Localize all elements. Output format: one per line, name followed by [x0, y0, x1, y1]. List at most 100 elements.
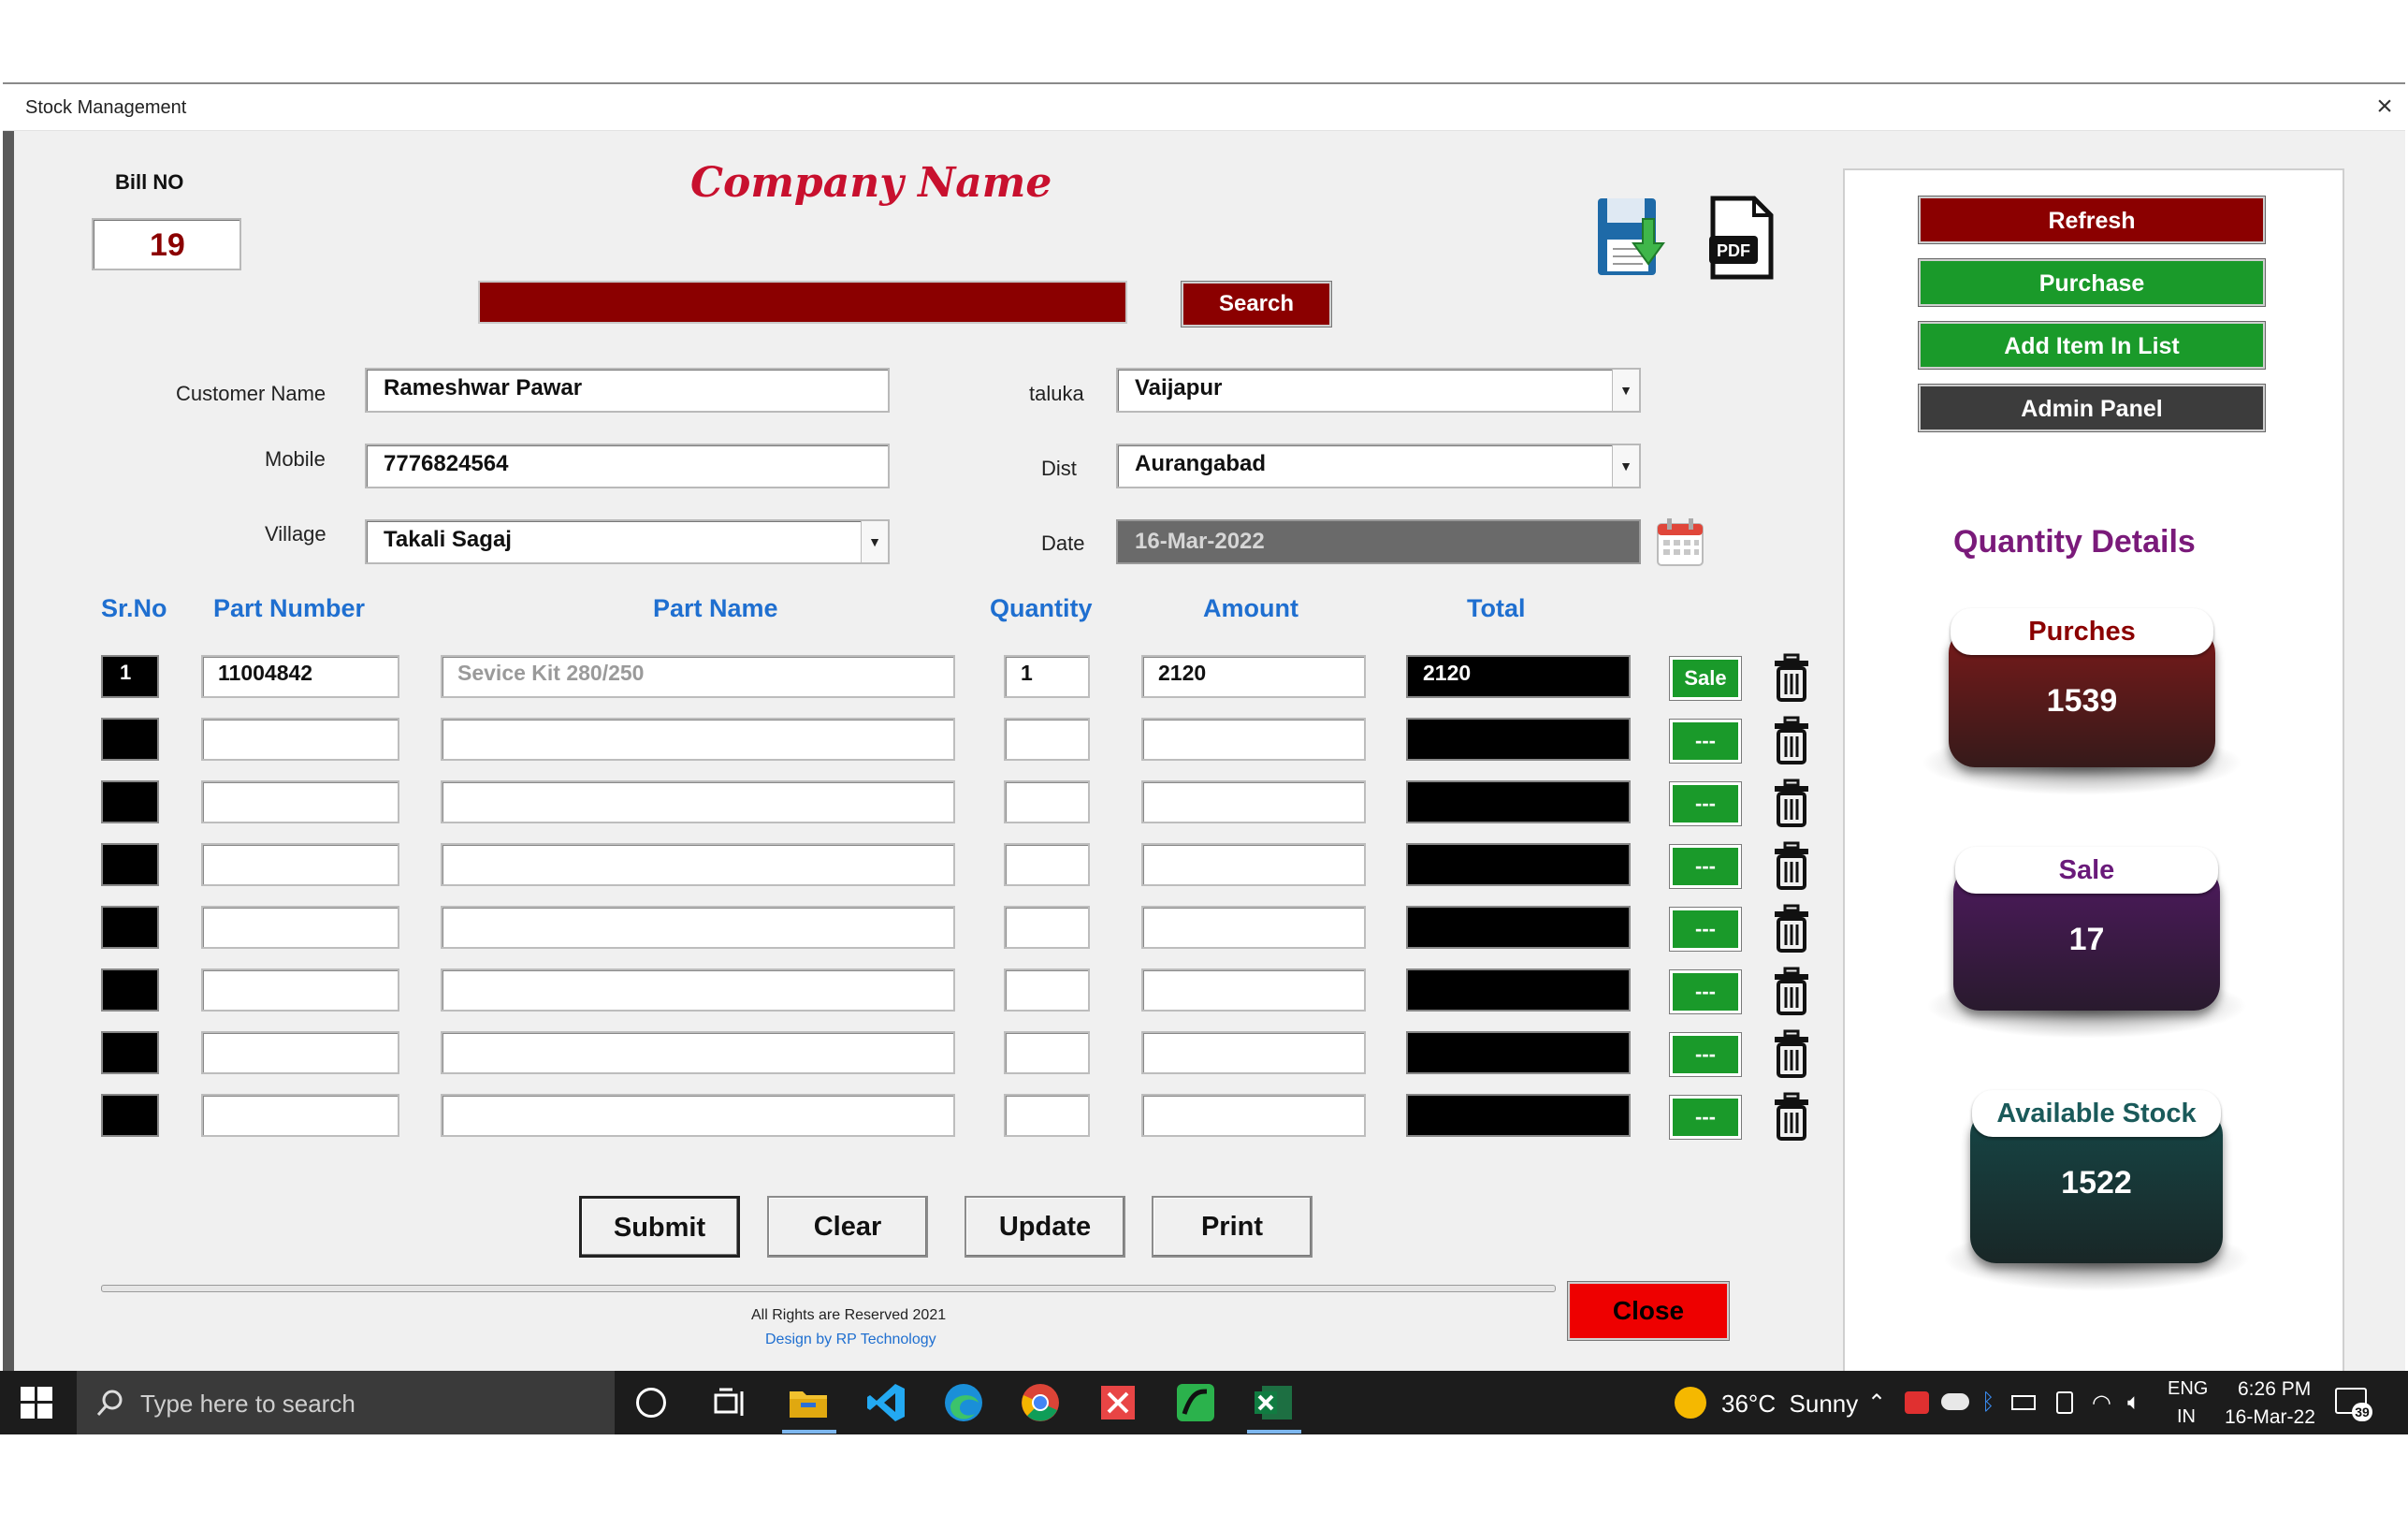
- date-field[interactable]: 16-Mar-2022: [1116, 519, 1641, 564]
- device-icon[interactable]: [2056, 1391, 2073, 1414]
- part-name-field[interactable]: [441, 780, 955, 823]
- vscode-icon[interactable]: [865, 1382, 907, 1423]
- save-download-icon[interactable]: [1596, 195, 1667, 281]
- design-credit-link[interactable]: Design by RP Technology: [765, 1332, 936, 1348]
- print-button[interactable]: Print: [1152, 1196, 1313, 1258]
- cortana-icon[interactable]: [636, 1388, 666, 1418]
- onedrive-icon[interactable]: [1941, 1393, 1969, 1410]
- add-item-button[interactable]: Add Item In List: [1919, 322, 2265, 369]
- search-input[interactable]: [478, 281, 1127, 324]
- file-explorer-icon[interactable]: [788, 1382, 829, 1423]
- dist-combo[interactable]: Aurangabad ▼: [1116, 444, 1641, 488]
- amount-field[interactable]: [1141, 843, 1366, 886]
- amount-field[interactable]: [1141, 1094, 1366, 1137]
- purchase-button[interactable]: Purchase: [1919, 259, 2265, 306]
- quantity-field[interactable]: [1004, 780, 1090, 823]
- sale-button[interactable]: ---: [1669, 719, 1742, 764]
- volume-icon[interactable]: 🔈︎: [2127, 1390, 2140, 1416]
- chrome-icon[interactable]: [1020, 1382, 1061, 1423]
- weather-sun-icon[interactable]: [1675, 1387, 1706, 1419]
- clock-date[interactable]: 16-Mar-22: [2225, 1406, 2315, 1429]
- trash-icon[interactable]: [1773, 967, 1810, 1015]
- battery-icon[interactable]: [2011, 1395, 2036, 1410]
- chevron-down-icon[interactable]: ▼: [861, 521, 888, 562]
- village-combo[interactable]: Takali Sagaj ▼: [365, 519, 890, 564]
- admin-panel-button[interactable]: Admin Panel: [1919, 385, 2265, 431]
- quantity-field[interactable]: [1004, 1094, 1090, 1137]
- excel-icon[interactable]: [1253, 1382, 1294, 1423]
- part-name-field[interactable]: [441, 1031, 955, 1074]
- taskbar-search-box[interactable]: Type here to search: [77, 1371, 615, 1434]
- trash-icon[interactable]: [1773, 716, 1810, 764]
- quantity-field[interactable]: 1: [1004, 655, 1090, 698]
- part-number-field[interactable]: [201, 906, 399, 949]
- part-number-field[interactable]: [201, 968, 399, 1012]
- bluetooth-icon[interactable]: ᛒ: [1981, 1390, 1995, 1416]
- amount-field[interactable]: [1141, 906, 1366, 949]
- part-number-field[interactable]: [201, 718, 399, 761]
- sale-button[interactable]: ---: [1669, 1032, 1742, 1077]
- amount-field[interactable]: [1141, 968, 1366, 1012]
- snipping-tool-icon[interactable]: [1097, 1382, 1139, 1423]
- part-name-field[interactable]: Sevice Kit 280/250: [441, 655, 955, 698]
- submit-button[interactable]: Submit: [579, 1196, 740, 1258]
- quantity-field[interactable]: [1004, 843, 1090, 886]
- close-button[interactable]: Close: [1568, 1282, 1729, 1340]
- part-name-field[interactable]: [441, 906, 955, 949]
- sale-button[interactable]: ---: [1669, 969, 1742, 1014]
- sale-button[interactable]: Sale: [1669, 656, 1742, 701]
- update-button[interactable]: Update: [965, 1196, 1125, 1258]
- edge-icon[interactable]: [943, 1382, 984, 1423]
- amount-field[interactable]: [1141, 718, 1366, 761]
- part-number-field[interactable]: [201, 1031, 399, 1074]
- task-view-icon[interactable]: [714, 1388, 747, 1419]
- taluka-combo[interactable]: Vaijapur ▼: [1116, 368, 1641, 413]
- trash-icon[interactable]: [1773, 904, 1810, 953]
- sale-button[interactable]: ---: [1669, 1095, 1742, 1140]
- chevron-up-icon[interactable]: ⌃: [1867, 1390, 1886, 1417]
- trash-icon[interactable]: [1773, 841, 1810, 890]
- trash-icon[interactable]: [1773, 1092, 1810, 1141]
- trash-icon[interactable]: [1773, 653, 1810, 702]
- bill-no-field[interactable]: 19: [92, 218, 241, 270]
- sale-button[interactable]: ---: [1669, 907, 1742, 952]
- part-name-field[interactable]: [441, 1094, 955, 1137]
- window-close-icon[interactable]: ×: [2368, 90, 2401, 124]
- part-number-field[interactable]: 11004842: [201, 655, 399, 698]
- wifi-icon[interactable]: ◠: [2092, 1390, 2111, 1417]
- language-text[interactable]: ENG: [2168, 1378, 2208, 1400]
- customer-name-field[interactable]: Rameshwar Pawar: [365, 368, 890, 413]
- sale-button[interactable]: ---: [1669, 844, 1742, 889]
- app-green-icon[interactable]: [1175, 1382, 1216, 1423]
- quantity-field[interactable]: [1004, 968, 1090, 1012]
- chevron-down-icon[interactable]: ▼: [1612, 370, 1639, 411]
- sale-button[interactable]: ---: [1669, 781, 1742, 826]
- clock-time[interactable]: 6:26 PM: [2238, 1378, 2311, 1401]
- part-number-field[interactable]: [201, 780, 399, 823]
- search-button[interactable]: Search: [1182, 282, 1331, 327]
- weather-text[interactable]: 36°C Sunny: [1721, 1390, 1858, 1419]
- pdf-icon[interactable]: PDF: [1705, 195, 1777, 281]
- chevron-down-icon[interactable]: ▼: [1612, 445, 1639, 487]
- part-name-field[interactable]: [441, 718, 955, 761]
- windows-start-icon[interactable]: [21, 1387, 52, 1419]
- part-number-field[interactable]: [201, 843, 399, 886]
- trash-icon[interactable]: [1773, 1029, 1810, 1078]
- calendar-icon[interactable]: [1654, 517, 1706, 569]
- refresh-button[interactable]: Refresh: [1919, 197, 2265, 243]
- notification-icon[interactable]: 39: [2335, 1388, 2372, 1421]
- region-text[interactable]: IN: [2177, 1406, 2196, 1428]
- mobile-field[interactable]: 7776824564: [365, 444, 890, 488]
- amount-field[interactable]: 2120: [1141, 655, 1366, 698]
- quantity-field[interactable]: [1004, 718, 1090, 761]
- part-name-field[interactable]: [441, 968, 955, 1012]
- amount-field[interactable]: [1141, 1031, 1366, 1074]
- quantity-field[interactable]: [1004, 906, 1090, 949]
- part-number-field[interactable]: [201, 1094, 399, 1137]
- tray-app-icon[interactable]: [1905, 1391, 1929, 1414]
- trash-icon[interactable]: [1773, 779, 1810, 827]
- quantity-field[interactable]: [1004, 1031, 1090, 1074]
- part-name-field[interactable]: [441, 843, 955, 886]
- clear-button[interactable]: Clear: [767, 1196, 928, 1258]
- amount-field[interactable]: [1141, 780, 1366, 823]
